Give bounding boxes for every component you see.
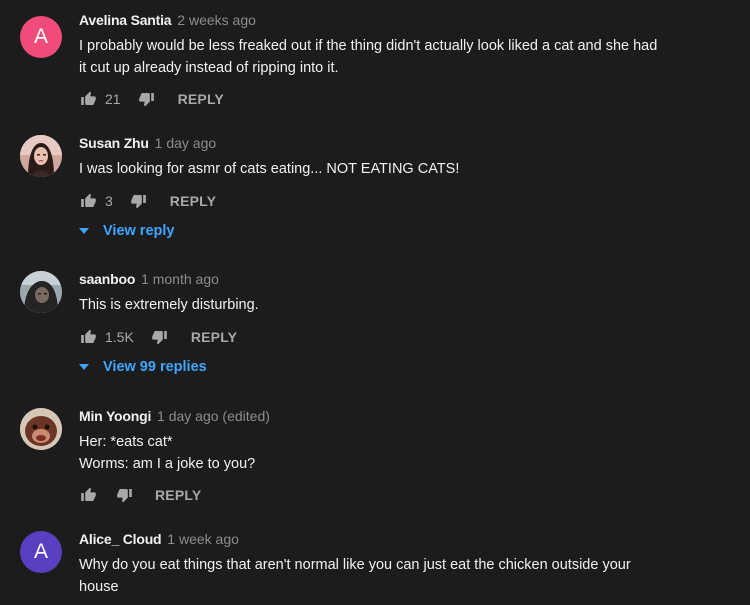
comment-text-line: This is extremely disturbing. [79, 297, 259, 313]
comment-text-line: Worms: am I a joke to you? [79, 456, 256, 472]
comment-text-line: Her: *eats cat* [79, 434, 173, 450]
comment-text-line: house [79, 579, 119, 595]
thumbs-up-icon [80, 329, 96, 343]
view-replies-label: View reply [103, 223, 175, 239]
avatar-letter: A [33, 25, 48, 48]
user-photo-icon [20, 271, 62, 313]
comment-text-line: Why do you eat things that aren't normal… [79, 557, 631, 573]
comment-author[interactable]: saanboo [79, 271, 135, 287]
avatar[interactable] [20, 408, 62, 450]
view-replies-button[interactable]: View 99 replies [79, 357, 207, 377]
thumbs-down-icon [116, 489, 132, 503]
avatar[interactable]: A [20, 531, 62, 573]
chevron-down-icon [79, 226, 89, 236]
thumbs-down-icon [152, 331, 168, 345]
comment-author[interactable]: Susan Zhu [79, 135, 149, 151]
like-button[interactable] [79, 328, 97, 346]
reply-button[interactable]: REPLY [191, 329, 237, 345]
avatar[interactable]: A [20, 16, 62, 58]
comment-text: I was looking for asmr of cats eating...… [79, 158, 719, 180]
comment-text: I probably would be less freaked out if … [79, 35, 719, 79]
comment-author[interactable]: Min Yoongi [79, 408, 151, 424]
comment-timestamp[interactable]: 2 weeks ago [177, 12, 256, 28]
comment-text: This is extremely disturbing. [79, 294, 719, 316]
thumbs-down-icon [139, 93, 154, 107]
comment-text-line: I probably would be less freaked out if … [79, 38, 658, 54]
chevron-down-icon [79, 362, 89, 372]
comment-text-line: it cut up already instead of ripping int… [79, 60, 339, 76]
thumbs-up-icon [80, 193, 96, 207]
like-count: 21 [105, 91, 121, 107]
dislike-button[interactable] [138, 90, 156, 108]
reply-button[interactable]: REPLY [155, 487, 201, 503]
user-photo-icon [20, 135, 62, 177]
thumbs-up-icon [80, 487, 96, 501]
comment-text: Her: *eats cat* Worms: am I a joke to yo… [79, 431, 719, 475]
like-button[interactable] [79, 486, 97, 504]
reply-button[interactable]: REPLY [178, 91, 224, 107]
like-count: 3 [105, 193, 113, 209]
thumbs-up-icon [80, 91, 96, 105]
avatar[interactable] [20, 271, 62, 313]
view-replies-label: View 99 replies [103, 359, 207, 375]
user-photo-icon [20, 408, 62, 450]
comment-timestamp[interactable]: 1 day ago (edited) [157, 408, 270, 424]
avatar[interactable] [20, 135, 62, 177]
dislike-button[interactable] [115, 486, 133, 504]
reply-button[interactable]: REPLY [170, 193, 216, 209]
view-replies-button[interactable]: View reply [79, 221, 174, 241]
dislike-button[interactable] [151, 328, 169, 346]
comment-author[interactable]: Alice_ Cloud [79, 531, 162, 547]
like-button[interactable] [79, 192, 97, 210]
comment-text: Why do you eat things that aren't normal… [79, 554, 719, 598]
like-button[interactable] [79, 90, 97, 108]
comment-author[interactable]: Avelina Santia [79, 12, 172, 28]
comment-text-line: I was looking for asmr of cats eating...… [79, 161, 460, 177]
thumbs-down-icon [131, 195, 147, 209]
comment-timestamp[interactable]: 1 day ago [155, 135, 217, 151]
comment-timestamp[interactable]: 1 week ago [167, 531, 239, 547]
avatar-letter: A [33, 540, 48, 563]
like-count: 1.5K [105, 329, 134, 345]
dislike-button[interactable] [130, 192, 148, 210]
comment-timestamp[interactable]: 1 month ago [141, 271, 219, 287]
